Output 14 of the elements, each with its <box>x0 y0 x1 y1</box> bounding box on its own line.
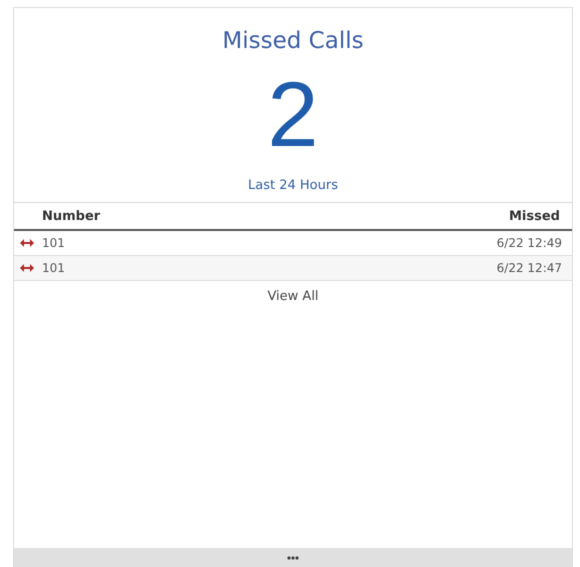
time-cell: 6/22 12:49 <box>496 236 562 250</box>
number-cell-text: 101 <box>42 261 66 275</box>
double-arrow-icon <box>20 264 34 272</box>
column-header: Missed <box>509 208 560 224</box>
column-header: Number <box>42 208 100 224</box>
number-cell-text: 101 <box>42 236 66 250</box>
call-row[interactable]: 101 6/22 12:47 <box>14 256 572 281</box>
missed-count: 2 <box>266 65 320 165</box>
view-all-link[interactable]: View All <box>267 289 319 304</box>
time-cell: 6/22 12:47 <box>496 261 562 275</box>
card-title: Missed Calls <box>221 27 365 55</box>
period-label: Last 24 Hours <box>247 177 339 195</box>
more-icon[interactable] <box>287 556 299 560</box>
double-arrow-icon <box>20 239 34 247</box>
